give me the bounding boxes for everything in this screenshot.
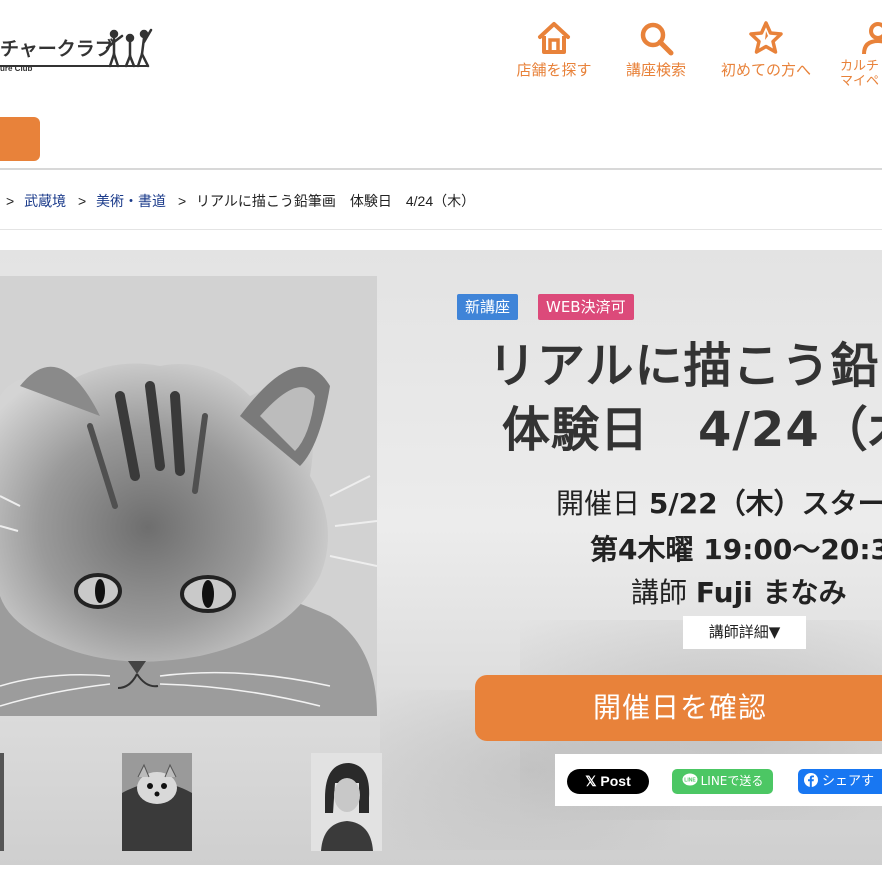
date-value: 5/22（木）スター bbox=[648, 487, 882, 520]
teacher-detail-button[interactable]: 講師詳細▼ bbox=[683, 616, 806, 649]
breadcrumb-link-category[interactable]: 美術・書道 bbox=[96, 193, 166, 209]
nav-find-store[interactable]: 店舗を探す bbox=[510, 20, 598, 80]
badge-web-payment: WEB決済可 bbox=[538, 294, 634, 320]
divider bbox=[0, 229, 882, 230]
badge-new-course: 新講座 bbox=[457, 294, 519, 320]
thumbnail-image[interactable] bbox=[0, 753, 4, 851]
page-bottom bbox=[0, 865, 882, 882]
nav-my-page-label-2: マイペ bbox=[840, 74, 880, 89]
site-logo[interactable]: チャークラブ ure Club bbox=[0, 24, 160, 74]
course-schedule: 第4木曜 19:00〜20:30 bbox=[590, 533, 882, 566]
date-label: 開催日 bbox=[556, 487, 641, 520]
user-icon bbox=[862, 22, 882, 55]
course-main-image bbox=[0, 276, 377, 716]
nav-first-time-label: 初めての方へ bbox=[720, 61, 811, 79]
breadcrumb-separator: > bbox=[177, 193, 187, 209]
share-bar: 𝕏 Post LINE LINEで送る シェアす bbox=[555, 754, 882, 806]
nav-find-store-label: 店舗を探す bbox=[516, 61, 592, 79]
course-teacher: 講師 Fuji まなみ bbox=[631, 575, 847, 611]
line-icon: LINE bbox=[682, 773, 698, 786]
cat-drawing-image bbox=[0, 276, 377, 716]
nav-my-page[interactable]: カルチ マイペ bbox=[840, 20, 882, 89]
breadcrumb-separator: > bbox=[6, 193, 15, 209]
course-start-date: 開催日 5/22（木）スター bbox=[556, 486, 882, 522]
dog-drawing-thumbnail bbox=[122, 753, 192, 851]
x-post-button[interactable]: 𝕏 Post bbox=[567, 769, 649, 794]
home-icon bbox=[538, 22, 570, 54]
nav-course-search-label: 講座検索 bbox=[625, 61, 686, 79]
breadcrumb-current: リアルに描こう鉛筆画 体験日 4/24（木） bbox=[196, 193, 476, 209]
breadcrumb-link-store[interactable]: 武蔵境 bbox=[24, 193, 66, 209]
svg-text:LINE: LINE bbox=[684, 778, 696, 784]
thumbnail-image[interactable] bbox=[311, 753, 382, 851]
breadcrumb: > 武蔵境 > 美術・書道 > リアルに描こう鉛筆画 体験日 4/24（木） bbox=[6, 191, 475, 211]
site-header: チャークラブ ure Club 店舗を探す 講座検索 初めての方へ カルチ マイ… bbox=[0, 0, 882, 161]
breadcrumb-separator: > bbox=[77, 193, 87, 209]
menu-tab-button[interactable] bbox=[0, 117, 40, 161]
nav-first-time[interactable]: 初めての方へ bbox=[712, 20, 820, 80]
line-share-button[interactable]: LINE LINEで送る bbox=[672, 769, 773, 794]
logo-text: チャークラブ bbox=[0, 38, 114, 60]
portrait-drawing-thumbnail bbox=[311, 753, 382, 851]
facebook-icon bbox=[804, 773, 818, 787]
teacher-name: Fuji まなみ bbox=[695, 576, 847, 609]
course-hero: 新講座 WEB決済可 リアルに描こう鉛 体験日 4/24（木 開催日 5/22（… bbox=[0, 250, 882, 865]
nav-my-page-label-1: カルチ bbox=[840, 59, 880, 74]
logo-subtext: ure Club bbox=[0, 64, 33, 73]
thumbnail-image[interactable] bbox=[122, 753, 192, 851]
check-dates-button[interactable]: 開催日を確認 bbox=[475, 675, 882, 741]
course-title-line-1: リアルに描こう鉛 bbox=[488, 338, 880, 394]
facebook-share-label: シェアす bbox=[822, 774, 875, 789]
facebook-share-button[interactable]: シェアす bbox=[798, 769, 882, 794]
course-title-line-2: 体験日 4/24（木 bbox=[502, 402, 882, 458]
logo-figures-icon bbox=[105, 28, 153, 68]
search-icon bbox=[640, 22, 674, 56]
teacher-label: 講師 bbox=[631, 576, 688, 609]
star-icon bbox=[749, 21, 783, 54]
divider bbox=[0, 168, 882, 170]
nav-course-search[interactable]: 講座検索 bbox=[620, 20, 692, 80]
line-share-label: LINEで送る bbox=[700, 774, 764, 788]
